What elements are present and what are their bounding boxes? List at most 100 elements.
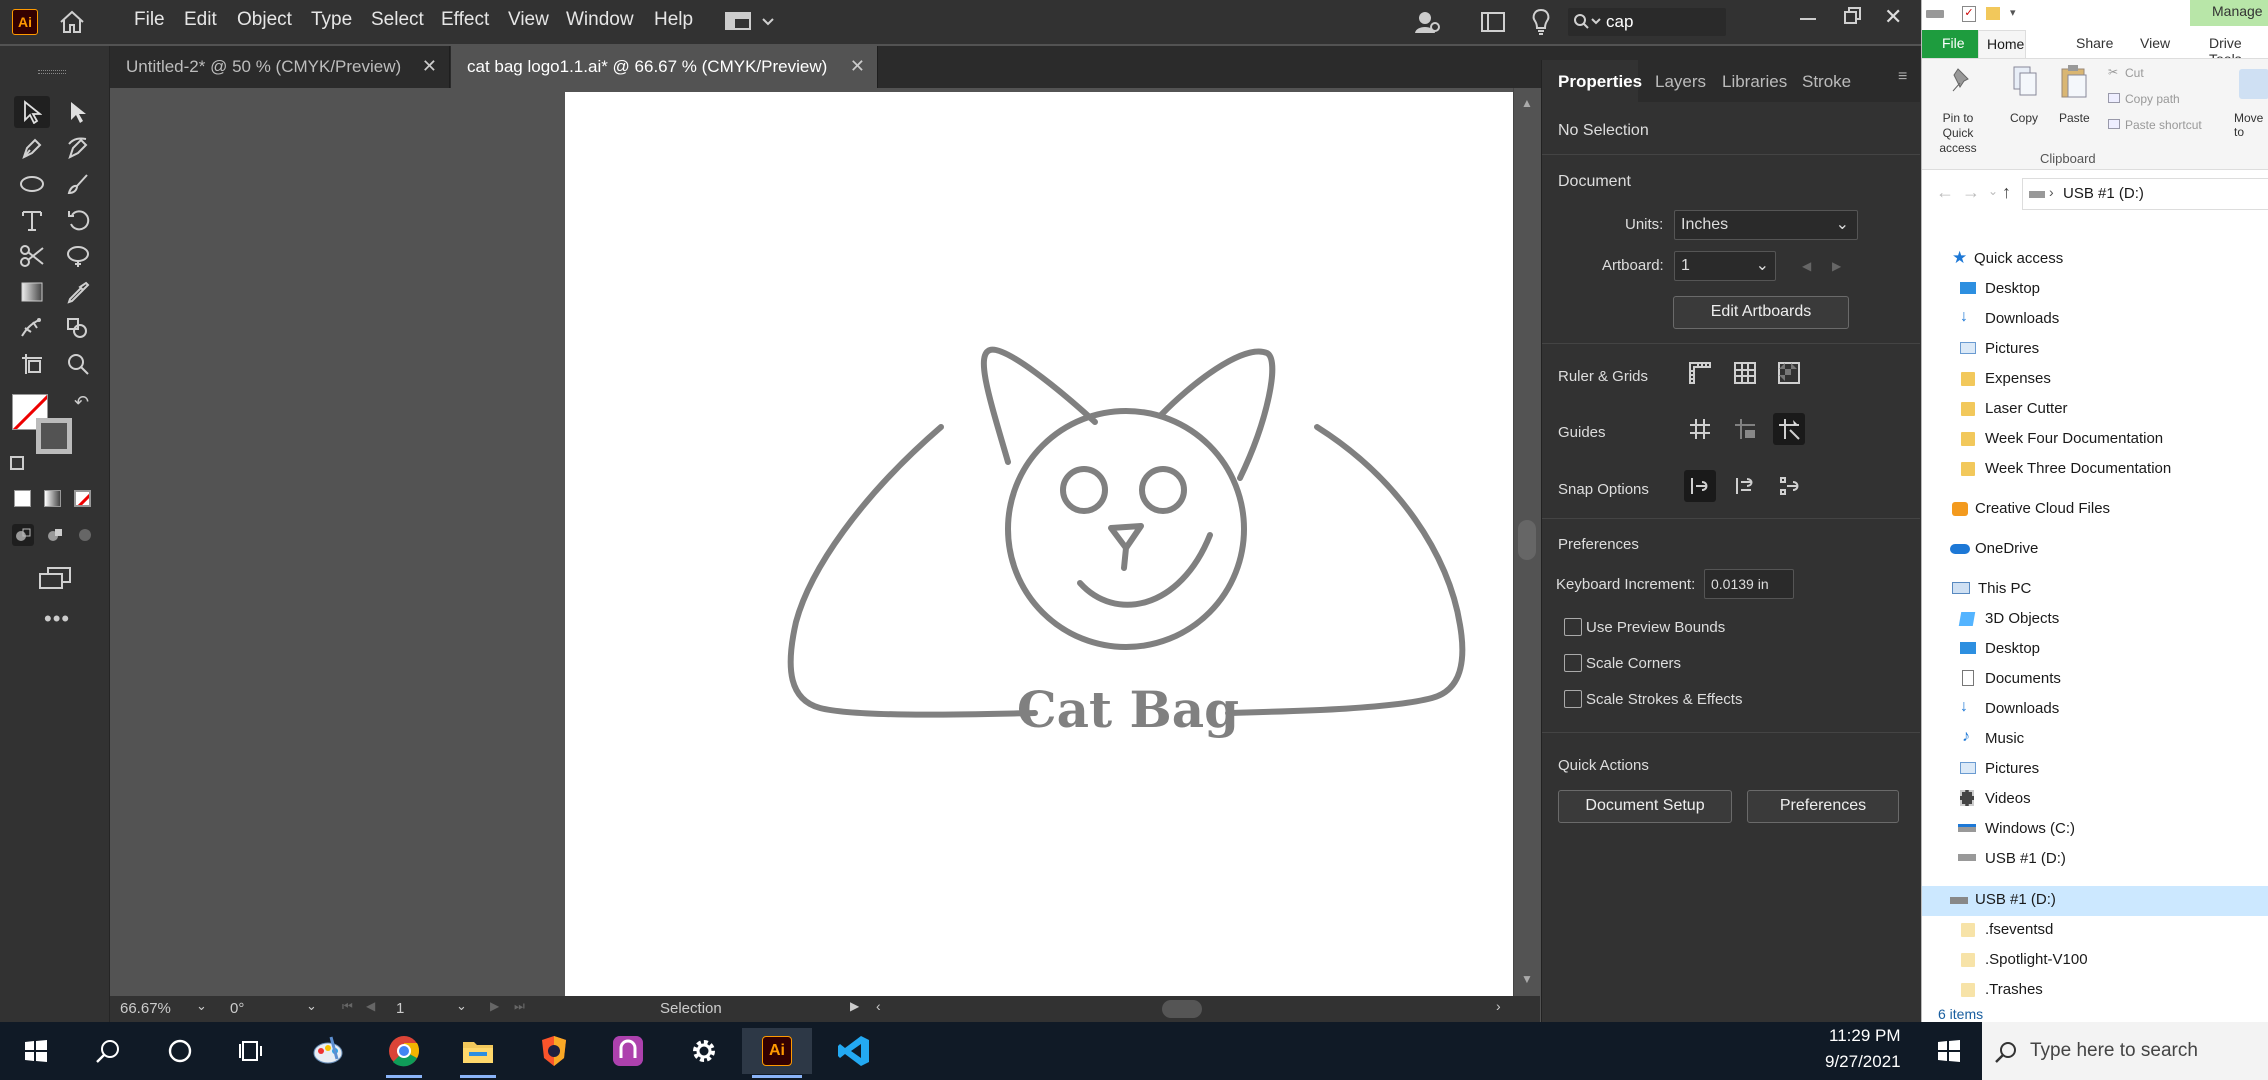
close-tab-icon[interactable]: ✕: [850, 56, 865, 77]
pin-to-quick-access-button[interactable]: Pin to Quick access: [1926, 111, 1990, 156]
draw-behind-icon[interactable]: [44, 524, 66, 546]
document-setup-button[interactable]: Document Setup: [1558, 790, 1732, 823]
nav-this-pc[interactable]: This PC: [1978, 580, 2031, 597]
file-explorer-icon[interactable]: [454, 1028, 502, 1078]
new-folder-icon[interactable]: [1986, 7, 2000, 20]
nav-quick-laser-cutter[interactable]: Laser Cutter: [1985, 400, 2068, 417]
close-tab-icon[interactable]: ✕: [422, 56, 437, 77]
nav-quick-week-three[interactable]: Week Three Documentation: [1985, 460, 2171, 477]
pin-icon[interactable]: [1950, 67, 1974, 93]
home-icon[interactable]: [58, 10, 86, 34]
scroll-thumb[interactable]: [1518, 520, 1536, 560]
menu-edit[interactable]: Edit: [184, 9, 217, 31]
close-window-icon[interactable]: ✕: [1884, 4, 1902, 30]
menu-help[interactable]: Help: [654, 9, 693, 31]
lock-guides-icon[interactable]: [1729, 413, 1761, 445]
menu-view[interactable]: View: [508, 9, 549, 31]
paste-button[interactable]: Paste: [2059, 111, 2090, 125]
panel-menu-icon[interactable]: ≡: [1898, 68, 1907, 86]
nav-pc-usb-d[interactable]: USB #1 (D:): [1985, 850, 2066, 867]
address-field[interactable]: › USB #1 (D:): [2022, 178, 2268, 210]
pen-tool-icon[interactable]: [14, 132, 50, 164]
prev-artboard-icon[interactable]: ◀: [1802, 259, 1811, 273]
tab-properties[interactable]: Properties: [1558, 72, 1642, 92]
up-icon[interactable]: ↑: [2002, 182, 2011, 203]
shape-builder-tool-icon[interactable]: [60, 312, 96, 344]
keyboard-increment-input[interactable]: 0.0139 in: [1704, 569, 1794, 599]
cut-button[interactable]: Cut: [2125, 66, 2144, 80]
draw-normal-icon[interactable]: [12, 524, 34, 546]
nav-quick-desktop[interactable]: Desktop: [1985, 280, 2040, 297]
menu-effect[interactable]: Effect: [441, 9, 489, 31]
eyedropper-tool-icon[interactable]: [60, 276, 96, 308]
puppet-warp-tool-icon[interactable]: [14, 312, 50, 344]
nav-pc-music[interactable]: Music: [1985, 730, 2024, 747]
artboard-tool-icon[interactable]: [14, 348, 50, 380]
search-input[interactable]: cap: [1606, 12, 1633, 32]
lightbulb-icon[interactable]: [1531, 8, 1551, 36]
tab-cat-bag-logo[interactable]: cat bag logo1.1.ai* @ 66.67 % (CMYK/Prev…: [451, 46, 878, 88]
nav-pc-videos[interactable]: Videos: [1985, 790, 2031, 807]
scroll-down-icon[interactable]: ▼: [1521, 972, 1533, 986]
swap-fill-stroke-icon[interactable]: ↶: [74, 392, 89, 413]
cat-bag-logo[interactable]: Cat Bag: [565, 92, 1513, 996]
direct-selection-tool-icon[interactable]: [60, 96, 96, 128]
show-guides-icon[interactable]: [1684, 413, 1716, 445]
zoom-tool-icon[interactable]: [60, 348, 96, 380]
screen-mode-icon[interactable]: [38, 566, 72, 590]
scale-corners-checkbox[interactable]: [1564, 654, 1582, 672]
nav-pc-3d-objects[interactable]: 3D Objects: [1985, 610, 2059, 627]
nav-quick-access[interactable]: Quick access: [1974, 250, 2063, 267]
tab-libraries[interactable]: Libraries: [1722, 72, 1787, 92]
windows-start-icon[interactable]: [1925, 1028, 1973, 1074]
search-box[interactable]: cap: [1568, 8, 1726, 36]
next-artboard-icon[interactable]: ▶: [490, 999, 499, 1013]
nav-onedrive[interactable]: OneDrive: [1975, 540, 2038, 557]
copy-button[interactable]: Copy: [2010, 111, 2038, 125]
move-to-button[interactable]: Move to: [2234, 111, 2268, 139]
scale-strokes-effects-checkbox[interactable]: [1564, 690, 1582, 708]
none-mode-icon[interactable]: [74, 490, 91, 507]
properties-icon[interactable]: ✓: [1962, 6, 1976, 22]
customize-qat-icon[interactable]: ▾: [2010, 6, 2016, 19]
minimize-icon[interactable]: [1800, 18, 1816, 20]
scroll-up-icon[interactable]: ▲: [1521, 96, 1533, 110]
user-search-icon[interactable]: [1413, 9, 1443, 35]
scroll-left-icon[interactable]: ‹: [876, 998, 881, 1014]
menu-object[interactable]: Object: [237, 9, 292, 31]
snap-to-grid-icon[interactable]: [1729, 470, 1761, 502]
artboard[interactable]: Cat Bag: [565, 92, 1513, 996]
nav-creative-cloud[interactable]: Creative Cloud Files: [1975, 500, 2110, 517]
chrome-icon[interactable]: [380, 1028, 428, 1078]
workspace-switcher-icon[interactable]: [725, 10, 781, 34]
illustrator-taskbar-icon[interactable]: Ai: [742, 1028, 812, 1078]
edit-toolbar-icon[interactable]: •••: [44, 606, 70, 632]
gradient-mode-icon[interactable]: [44, 490, 61, 507]
paste-icon[interactable]: [2060, 63, 2088, 99]
nav-pc-downloads[interactable]: Downloads: [1985, 700, 2059, 717]
paste-shortcut-icon[interactable]: [2108, 119, 2120, 129]
copy-path-button[interactable]: Copy path: [2125, 92, 2180, 106]
ribbon-tab-home[interactable]: Home: [1978, 30, 2026, 60]
scissors-tool-icon[interactable]: [14, 240, 50, 272]
vertical-scrollbar[interactable]: ▲ ▼: [1513, 88, 1540, 996]
snap-to-point-icon[interactable]: [1684, 470, 1716, 502]
gradient-tool-icon[interactable]: [14, 276, 50, 308]
ellipse-tool-icon[interactable]: [14, 168, 50, 200]
next-artboard-icon[interactable]: ▶: [1832, 259, 1841, 273]
default-fill-stroke-icon[interactable]: [10, 456, 24, 470]
grid-icon[interactable]: [1729, 357, 1761, 389]
restore-icon[interactable]: [1843, 6, 1863, 26]
selection-tool-icon[interactable]: [14, 96, 50, 128]
selected-row[interactable]: [1922, 886, 2268, 916]
draw-inside-icon[interactable]: [74, 524, 96, 546]
last-artboard-icon[interactable]: ⏭: [514, 999, 525, 1014]
rulers-icon[interactable]: [1684, 357, 1716, 389]
clock-date[interactable]: 9/27/2021: [1825, 1052, 1901, 1072]
use-preview-bounds-checkbox[interactable]: [1564, 618, 1582, 636]
clock-time[interactable]: 11:29 PM: [1829, 1026, 1901, 1046]
stroke-swatch[interactable]: [36, 418, 72, 454]
security-app-icon[interactable]: [604, 1028, 652, 1074]
nav-usb-fseventsd[interactable]: .fseventsd: [1985, 921, 2053, 938]
preferences-button[interactable]: Preferences: [1747, 790, 1899, 823]
